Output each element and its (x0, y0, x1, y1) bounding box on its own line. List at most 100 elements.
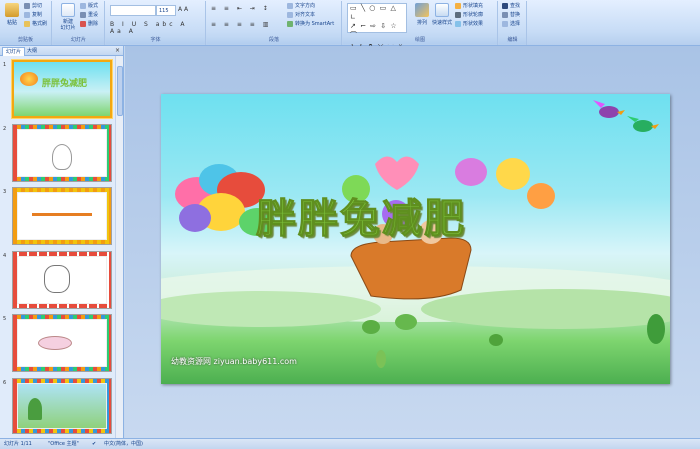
paste-label: 粘贴 (6, 20, 17, 26)
align-text-label: 对齐文本 (295, 12, 316, 18)
thumb-number: 3 (3, 189, 7, 195)
running-rabbit-icon (38, 336, 72, 350)
binoculars-icon (502, 2, 508, 9)
paragraph-group: ≡ ≡ ⇤ ⇥ ↕ ≡ ≡ ≡ ≡ ▥ 文字方向 对齐文本 转换为 SmartA… (207, 1, 342, 45)
quick-styles-button[interactable]: 快速样式 (431, 3, 453, 33)
thumb-content (17, 192, 107, 240)
align-text-button[interactable]: 对齐文本 (287, 11, 315, 19)
cut-label: 剪切 (32, 3, 43, 9)
slide-thumbnail-3[interactable] (12, 187, 112, 245)
arrange-label: 排列 (416, 20, 427, 26)
shapes-gallery[interactable]: ▭ ╲ ○ ▭ △ ∟ ↗ ⌐ ⇨ ⇩ ☆ ⌒{ } ★ ◇ ◠ ▽ (347, 3, 407, 48)
panel-tabs: 幻灯片 大纲 × (0, 46, 123, 56)
font-size-combo[interactable]: 115 (156, 5, 176, 16)
balloon-icon (179, 204, 211, 232)
panel-scrollbar[interactable] (115, 56, 123, 438)
slide-counter: 幻灯片 1/11 (4, 441, 32, 447)
arrange-button[interactable]: 排列 (413, 3, 431, 33)
paste-button[interactable]: 粘贴 (2, 3, 22, 33)
rabbit-sketch-icon (44, 265, 70, 293)
select-label: 选择 (510, 21, 521, 27)
scrollbar-thumb[interactable] (117, 66, 123, 116)
thumb-number: 6 (3, 380, 7, 386)
layout-icon (80, 2, 86, 9)
current-slide[interactable]: 胖胖兔减肥 幼教资源网 ziyuan.baby611.com (161, 94, 670, 384)
arrange-icon (415, 3, 429, 17)
cut-button[interactable]: 剪切 (24, 2, 42, 10)
delete-icon (80, 20, 86, 27)
paste-icon (5, 3, 19, 17)
tab-slides[interactable]: 幻灯片 (2, 47, 26, 56)
slide-title[interactable]: 胖胖兔减肥 (256, 186, 466, 244)
paragraph-group-label: 段落 (207, 36, 341, 44)
thumb-number: 2 (3, 126, 7, 132)
shape-outline-button[interactable]: 形状轮廓 (455, 11, 483, 19)
slides-group-label: 幻灯片 (53, 36, 104, 44)
effects-icon (455, 20, 461, 27)
heart-balloon-icon (375, 156, 419, 190)
spellcheck-icon[interactable]: ✔ (92, 439, 96, 449)
balloons-icon (20, 72, 38, 86)
tree-icon (376, 350, 386, 368)
rabbit-icon (52, 144, 72, 170)
delete-slide-button[interactable]: 删除 (80, 20, 98, 28)
layout-button[interactable]: 版式 (80, 2, 98, 10)
tree-icon (395, 314, 417, 330)
font-group-label: 字体 (106, 36, 205, 44)
list-icons[interactable]: ≡ ≡ ⇤ ⇥ ↕ (211, 5, 271, 12)
format-painter-label: 格式刷 (32, 21, 48, 27)
balloon-icon (496, 158, 530, 190)
slide-editing-area: 胖胖兔减肥 幼教资源网 ziyuan.baby611.com (125, 46, 700, 438)
new-slide-button[interactable]: 新建 幻灯片 (57, 3, 79, 33)
balloon-icon (455, 158, 487, 186)
replace-button[interactable]: 替换 (502, 11, 520, 19)
font-format-icons[interactable]: B I U S abc A Aa A (110, 21, 205, 35)
slide-thumbnail-2[interactable] (12, 124, 112, 182)
slide-thumbnail-1[interactable]: 胖胖兔减肥 (12, 60, 112, 118)
format-painter-button[interactable]: 格式刷 (24, 20, 47, 28)
balloon-icon (527, 183, 555, 209)
find-button[interactable]: 查找 (502, 2, 520, 10)
slide-thumbnail-6[interactable] (12, 378, 112, 434)
copy-label: 复制 (32, 12, 43, 18)
clipboard-group-label: 剪贴板 (0, 36, 51, 44)
text-direction-icon (287, 2, 293, 9)
ribbon: 粘贴 剪切 复制 格式刷 剪贴板 新建 幻灯片 版式 重设 删除 幻灯片 115… (0, 0, 700, 48)
close-icon[interactable]: × (115, 47, 120, 54)
tree-icon (28, 398, 42, 420)
bird-icon (627, 116, 659, 132)
thumb-text-line (32, 213, 92, 216)
slide-thumbnail-4[interactable] (12, 251, 112, 309)
status-bar: 幻灯片 1/11 "Office 主题" ✔ 中文(简体，中国) (0, 438, 700, 449)
thumb-content (17, 129, 107, 177)
hot-air-basket-icon (350, 237, 472, 300)
tree-icon (489, 334, 503, 346)
editing-group: 查找 替换 选择 编辑 (499, 1, 527, 45)
slide-thumbnail-5[interactable] (12, 314, 112, 372)
shape-fill-button[interactable]: 形状填充 (455, 2, 483, 10)
reset-button[interactable]: 重设 (80, 11, 98, 19)
language-indicator[interactable]: 中文(简体，中国) (104, 439, 143, 449)
quick-styles-label: 快速样式 (431, 20, 452, 26)
text-direction-button[interactable]: 文字方向 (287, 2, 315, 10)
thumb-content (17, 383, 107, 429)
align-icons[interactable]: ≡ ≡ ≡ ≡ ▥ (211, 21, 271, 28)
thumb-number: 4 (3, 253, 7, 259)
thumb-background (14, 62, 110, 116)
tree-icon (362, 320, 380, 334)
grow-font-icon[interactable]: A A (178, 6, 188, 13)
copy-button[interactable]: 复制 (24, 11, 42, 19)
smartart-button[interactable]: 转换为 SmartArt (287, 20, 334, 28)
fill-bucket-icon (455, 2, 461, 9)
shape-effects-button[interactable]: 形状效果 (455, 20, 483, 28)
reset-label: 重设 (88, 12, 99, 18)
replace-icon (502, 11, 508, 18)
font-name-combo[interactable] (110, 5, 156, 16)
tab-outline[interactable]: 大纲 (24, 47, 40, 56)
select-button[interactable]: 选择 (502, 20, 520, 28)
shape-outline-label: 形状轮廓 (463, 12, 484, 18)
layout-label: 版式 (88, 3, 99, 9)
new-slide-icon (61, 3, 75, 17)
copy-icon (24, 11, 30, 18)
brush-icon (24, 20, 30, 27)
